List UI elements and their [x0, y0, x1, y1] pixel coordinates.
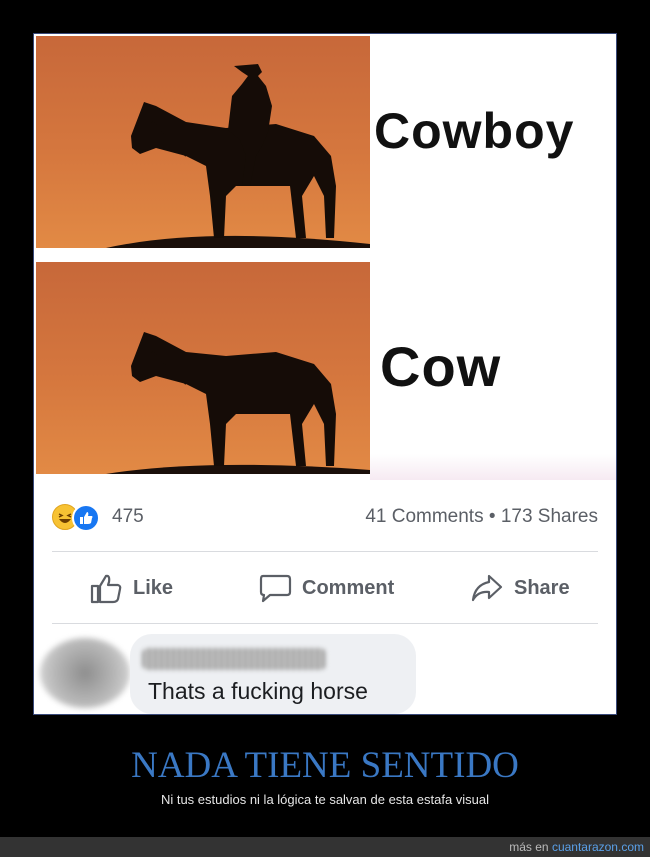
meme-frame: Cowboy Cow 475 41 Comments • 173 Shares …	[33, 33, 617, 715]
comment-bubble-icon	[259, 574, 292, 603]
share-label: Share	[514, 576, 570, 599]
panel-edge	[370, 454, 616, 480]
comments-shares: 41 Comments • 173 Shares	[365, 506, 598, 528]
divider-bottom	[52, 623, 598, 624]
post-stats: 475 41 Comments • 173 Shares	[34, 502, 616, 532]
footer-bar: más en cuantarazon.com	[0, 837, 650, 857]
share-arrow-icon	[471, 574, 503, 602]
footer-credit: más en cuantarazon.com	[509, 840, 644, 854]
like-button[interactable]: Like	[89, 570, 173, 606]
comments-count[interactable]: 41 Comments	[365, 506, 483, 527]
footer-prefix: más en	[509, 840, 549, 854]
caption-subtitle: Ni tus estudios ni la lógica te salvan d…	[160, 792, 490, 807]
commenter-name-redacted[interactable]	[142, 648, 326, 670]
comment-label: Comment	[302, 576, 395, 599]
like-reaction-icon	[72, 504, 100, 532]
share-button[interactable]: Share	[470, 570, 570, 606]
cowboy-silhouette-image	[36, 36, 370, 248]
post-actions: Like Comment Share	[34, 562, 616, 612]
comment: Thats a fucking horse	[34, 634, 616, 714]
cowboy-label: Cowboy	[374, 103, 575, 159]
comment-text: Thats a fucking horse	[148, 678, 368, 704]
cow-label: Cow	[380, 335, 502, 398]
separator-dot: •	[488, 506, 496, 527]
divider-top	[52, 551, 598, 552]
site-link[interactable]: cuantarazon.com	[552, 840, 644, 854]
avatar[interactable]	[40, 638, 130, 708]
shares-count[interactable]: 173 Shares	[501, 506, 598, 527]
horse-silhouette-image	[36, 262, 370, 474]
reaction-count[interactable]: 475	[112, 506, 144, 528]
caption-title: NADA TIENE SENTIDO	[131, 745, 519, 786]
comment-button[interactable]: Comment	[258, 570, 394, 606]
reactions[interactable]	[52, 504, 104, 532]
like-label: Like	[133, 576, 174, 599]
thumbs-up-icon	[90, 574, 122, 604]
